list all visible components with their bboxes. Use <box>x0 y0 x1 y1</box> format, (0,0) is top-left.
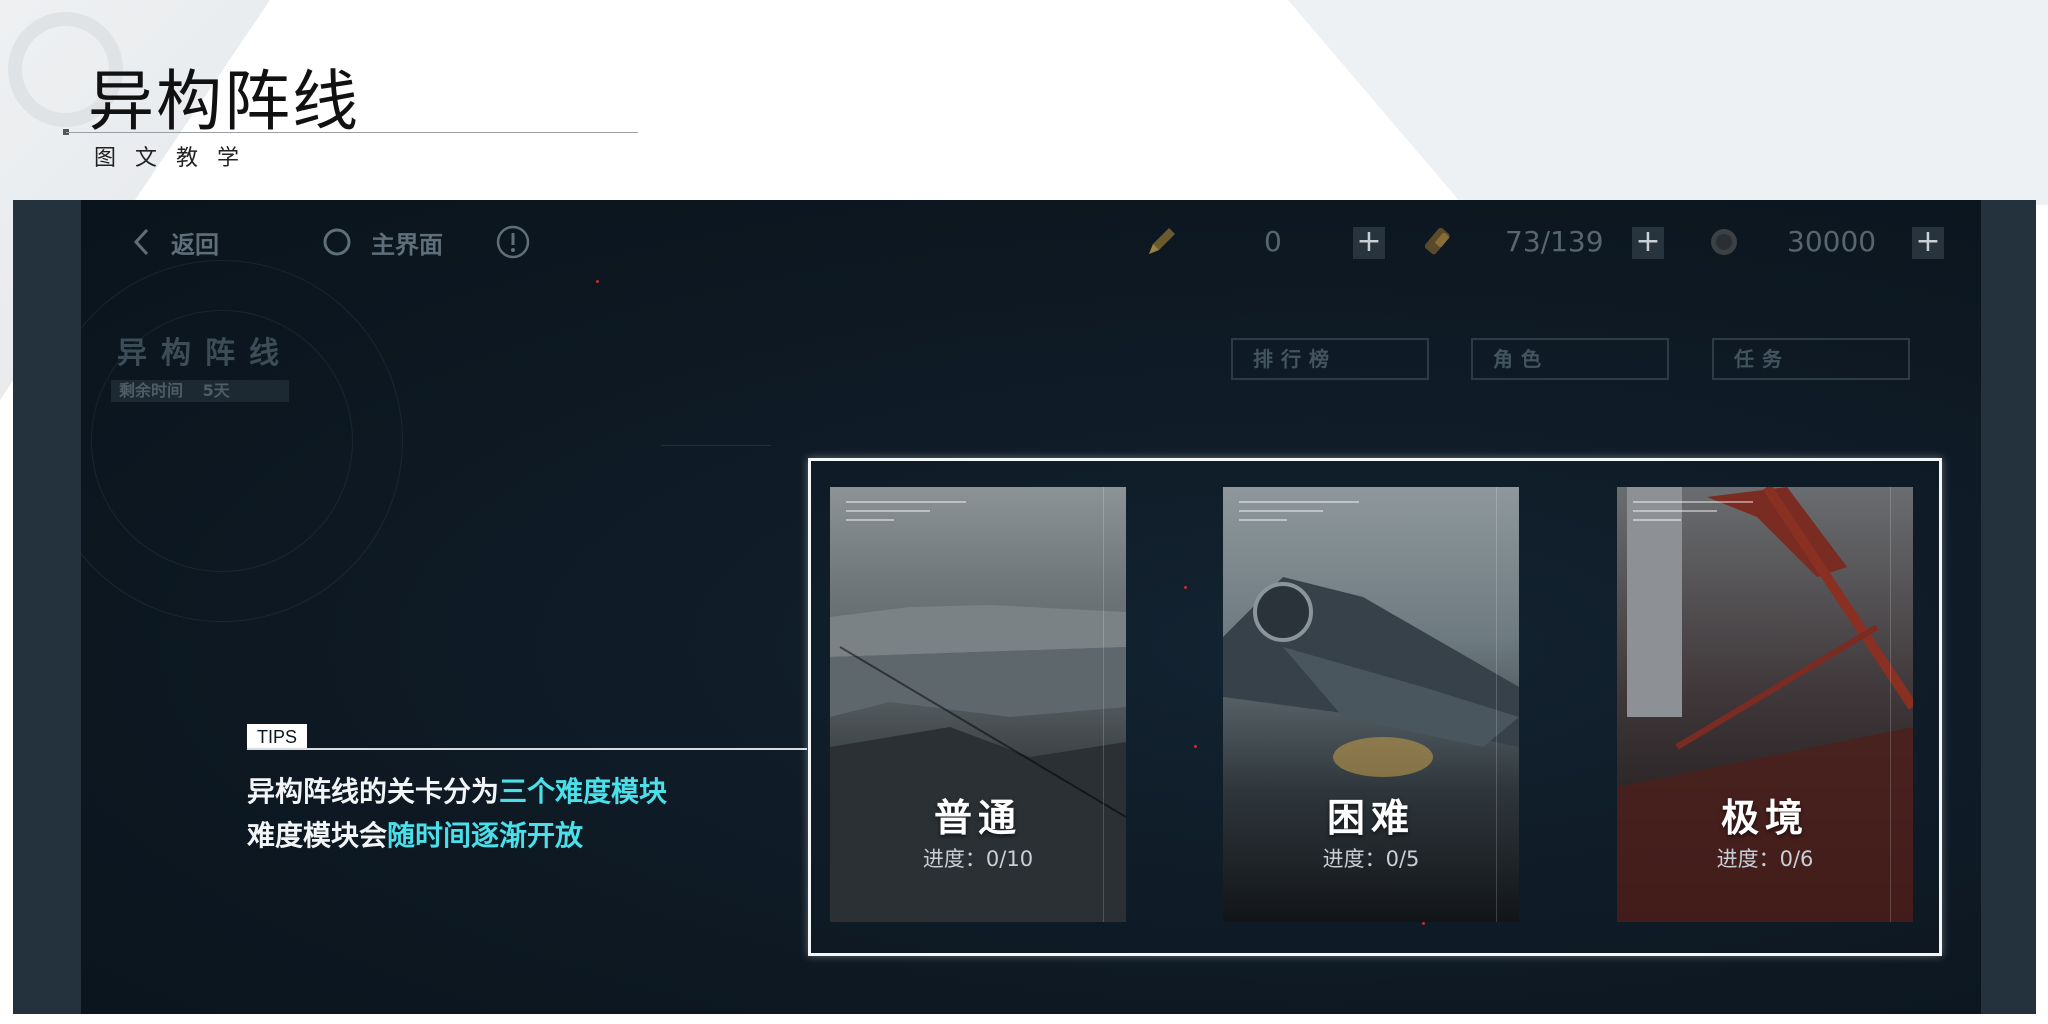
back-arrow-icon <box>133 228 149 256</box>
tips-line-1-highlight: 三个难度模块 <box>499 775 668 808</box>
add-battery-button[interactable]: + <box>1632 227 1664 259</box>
tab-tasks[interactable]: 任务 <box>1712 338 1910 380</box>
resource-value-coin: 30000 <box>1787 225 1877 258</box>
add-coin-button[interactable]: + <box>1912 227 1944 259</box>
battery-icon <box>1425 227 1450 255</box>
home-circle-icon <box>323 228 351 256</box>
tips-line-1-plain: 异构阵线的关卡分为 <box>247 775 500 808</box>
particle-dot <box>1184 586 1187 589</box>
top-bar: 返回 主界面 0 + 73/139 + 30000 + <box>81 220 1981 264</box>
header-divider <box>66 132 638 133</box>
pen-icon <box>1149 228 1175 254</box>
tips-connector-line <box>247 748 807 750</box>
tips-line-2-highlight: 随时间逐渐开放 <box>387 819 584 852</box>
coin-icon <box>1711 229 1737 255</box>
decor-line <box>661 445 771 446</box>
tips-line-1: 异构阵线的关卡分为三个难度模块 <box>247 770 667 814</box>
add-pen-button[interactable]: + <box>1353 227 1385 259</box>
page-subtitle: 图文教学 <box>94 146 259 171</box>
mode-title: 异构阵线 <box>117 336 293 371</box>
info-button[interactable] <box>495 220 531 264</box>
back-label: 返回 <box>171 230 219 259</box>
particle-dot <box>1422 922 1425 925</box>
tab-characters[interactable]: 角色 <box>1471 338 1669 380</box>
tab-leaderboard[interactable]: 排行榜 <box>1231 338 1429 380</box>
tips-line-2-plain: 难度模块会 <box>247 819 388 852</box>
tips-text: 异构阵线的关卡分为三个难度模块 难度模块会随时间逐渐开放 <box>247 770 667 858</box>
header-background-right <box>1288 0 2048 205</box>
highlight-frame <box>808 458 1942 956</box>
remaining-time-label: 剩余时间 <box>119 381 184 400</box>
page-title: 异构阵线 <box>88 63 360 140</box>
back-button[interactable]: 返回 <box>131 220 219 264</box>
panel-edge-right <box>1981 200 2036 1014</box>
remaining-time-value: 5天 <box>202 381 230 400</box>
info-icon <box>496 225 530 259</box>
resource-value-battery: 73/139 <box>1505 225 1604 258</box>
panel-edge-left <box>13 200 81 1014</box>
remaining-time: 剩余时间 5天 <box>111 380 289 402</box>
particle-dot <box>1194 745 1197 748</box>
resource-value-pen: 0 <box>1264 225 1282 258</box>
home-label: 主界面 <box>371 230 443 259</box>
home-button[interactable]: 主界面 <box>321 220 443 264</box>
tips-line-2: 难度模块会随时间逐渐开放 <box>247 814 667 858</box>
tips-badge: TIPS <box>247 724 308 750</box>
particle-dot <box>596 280 599 283</box>
